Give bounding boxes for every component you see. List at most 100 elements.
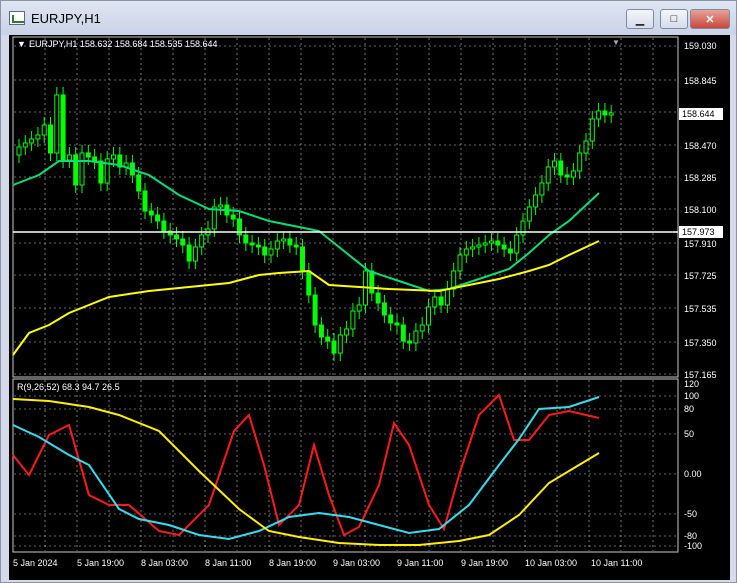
candle-body [489, 240, 494, 244]
indicator-header: R(9,26,52) 68.3 94.7 26.5 [17, 382, 120, 392]
candle-body [400, 324, 406, 342]
chart-icon [9, 11, 25, 25]
oscillator-cyan-line [12, 396, 600, 541]
candle-body [230, 214, 236, 220]
indicator-label: 50 [684, 429, 694, 439]
candle-body [281, 238, 287, 242]
minimize-button[interactable]: ▁ [626, 9, 654, 29]
candle-body [602, 110, 608, 116]
price-label: 158.845 [684, 76, 717, 86]
candle-body [419, 324, 425, 332]
candle-body [344, 328, 350, 336]
candle-body [514, 234, 520, 254]
candle-body [375, 292, 381, 304]
candle-body [186, 244, 192, 262]
candle-body [350, 310, 356, 330]
candle-body [66, 154, 72, 161]
indicator-label: 0.00 [684, 469, 702, 479]
candle-body [268, 248, 274, 256]
time-label: 9 Jan 03:00 [333, 558, 380, 568]
candle-body [300, 246, 305, 272]
candle-body [476, 244, 482, 248]
price-label: 157.725 [684, 271, 717, 281]
candle-body [262, 246, 268, 256]
candle-body [545, 166, 551, 184]
candle-body [174, 234, 179, 240]
price-label: 159.030 [684, 41, 717, 51]
candle-body [501, 244, 507, 250]
candle-body [255, 244, 261, 248]
candle-body [48, 124, 53, 154]
candle-body [274, 240, 280, 250]
time-label: 8 Jan 03:00 [141, 558, 188, 568]
chart-area[interactable]: ▼ EURJPY,H1 158.632 158.684 158.535 158.… [9, 35, 730, 580]
price-label: 158.285 [684, 173, 717, 183]
candle-body [111, 154, 116, 160]
candle-body [413, 330, 419, 344]
indicator-label: -80 [684, 531, 697, 541]
candle-body [218, 204, 224, 208]
candle-body [60, 94, 66, 161]
candle-body [432, 296, 438, 308]
hline-price-label: 157.973 [682, 227, 715, 237]
candle-body [41, 124, 47, 136]
candle-body [92, 156, 98, 162]
candle-body [312, 294, 318, 326]
indicator-label: 100 [684, 391, 699, 401]
candle-body [249, 242, 255, 246]
candle-body [463, 248, 469, 256]
candle-body [369, 270, 375, 294]
candle-body [148, 210, 154, 216]
candle-body [73, 154, 79, 186]
candle-body [583, 140, 589, 154]
candlesticks [16, 87, 614, 361]
time-label: 5 Jan 2024 [13, 558, 58, 568]
price-chart[interactable]: ▼ EURJPY,H1 158.632 158.684 158.535 158.… [9, 35, 730, 580]
collapse-arrow-icon[interactable]: ▼ [17, 39, 26, 49]
candle-body [356, 304, 362, 312]
candle-body [388, 314, 394, 324]
candle-body [318, 324, 324, 338]
candle-body [161, 220, 167, 232]
candle-body [29, 138, 35, 144]
oscillator-yellow-line [12, 398, 600, 546]
candle-body [495, 240, 501, 246]
candle-body [394, 322, 400, 326]
candle-body [293, 244, 299, 248]
candle-body [79, 152, 85, 186]
indicator-label: 80 [684, 404, 694, 414]
candle-body [98, 160, 104, 184]
title-bar[interactable]: EURJPY,H1 ▁ □ ✕ [1, 1, 736, 35]
candle-body [306, 270, 312, 296]
candle-body [54, 94, 60, 154]
candle-body [533, 194, 539, 208]
candle-body [558, 160, 564, 176]
candle-body [85, 152, 91, 158]
candle-body [552, 160, 557, 168]
indicator-label: -50 [684, 509, 697, 519]
candle-body [22, 142, 28, 148]
candle-body [426, 306, 431, 326]
candle-body [470, 246, 476, 250]
candle-body [539, 182, 545, 196]
price-label: 158.470 [684, 141, 717, 151]
chart-window: EURJPY,H1 ▁ □ ✕ ▼ EURJPY,H1 158.632 158.… [0, 0, 737, 583]
moving-average-slow [12, 240, 600, 356]
maximize-button[interactable]: □ [660, 9, 688, 29]
grid [14, 38, 677, 551]
candle-body [507, 248, 513, 254]
time-label: 10 Jan 11:00 [591, 558, 642, 568]
candle-body [199, 234, 205, 248]
candle-body [457, 254, 463, 272]
indicator-label: -100 [684, 541, 702, 551]
time-label: 9 Jan 19:00 [461, 558, 508, 568]
time-label: 5 Jan 19:00 [77, 558, 124, 568]
candle-body [155, 214, 161, 222]
price-label: 157.350 [684, 338, 717, 348]
candle-body [608, 112, 614, 116]
close-button[interactable]: ✕ [690, 9, 730, 29]
candle-body [136, 174, 142, 192]
price-label: 157.910 [684, 239, 717, 249]
candle-body [570, 170, 576, 178]
shift-marker-icon[interactable]: ▼ [612, 38, 620, 47]
